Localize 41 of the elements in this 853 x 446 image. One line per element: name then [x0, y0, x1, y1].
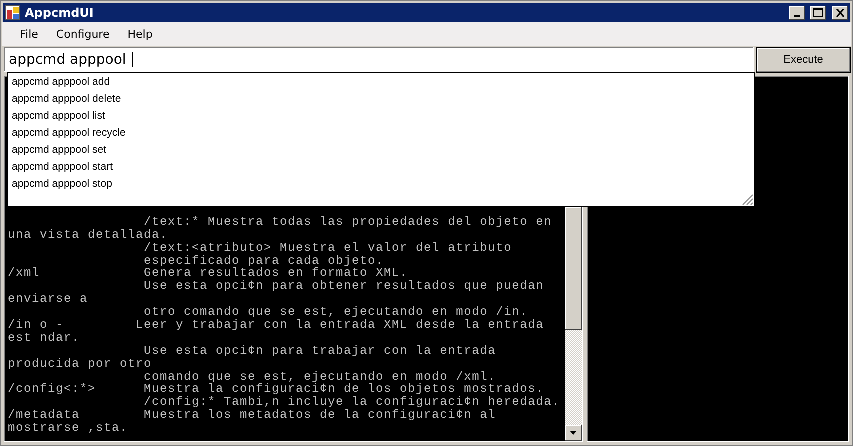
console-line: especificado para cada objeto. [143, 254, 386, 268]
console-line: /config:* Tambi,n incluye la configuraci¢n heredada. [143, 396, 562, 410]
app-icon [5, 4, 21, 20]
suggestion-item[interactable]: appcmd apppool recycle [8, 125, 754, 142]
console-line: producida por otro [8, 358, 154, 371]
console-line: enviarse a [8, 293, 90, 306]
console-line: /text:<atributo> Muestra el valor del atributo [143, 242, 514, 255]
console-line: comando que se est, ejecutando en modo /xml. [143, 370, 496, 384]
minimize-icon [794, 14, 800, 16]
window-title: AppcmdUI [25, 6, 95, 20]
menu-item[interactable]: Help [118, 28, 162, 40]
down-arrow-icon [570, 431, 577, 435]
scroll-thumb[interactable] [565, 207, 582, 330]
suggestion-item[interactable]: appcmd apppool set [8, 142, 754, 159]
menu-item[interactable]: Configure [47, 28, 119, 40]
suggestion-item[interactable]: appcmd apppool stop [8, 176, 754, 193]
console-line: /in o - Leer y trabajar con la entrada XML desde la entrada [8, 318, 546, 332]
suggestion-item[interactable]: appcmd apppool add [8, 74, 754, 91]
maximize-icon [813, 8, 823, 17]
console-line: otro comando que se est, ejecutando en modo /in. [143, 306, 528, 319]
console-line: Use esta opci¢n para obtener resultados que puedan [143, 280, 546, 294]
command-field[interactable]: appcmd apppool [4, 47, 754, 72]
close-icon [836, 8, 844, 16]
resize-grip-icon[interactable] [741, 193, 754, 206]
suggestion-item[interactable]: appcmd apppool start [8, 159, 754, 176]
console-line: mostrarse ,sta. [8, 422, 130, 435]
console-line: Use esta opci¢n para trabajar con la entrada [143, 344, 498, 358]
console-line: una vista detallada. [8, 228, 170, 242]
console-line: /text:* Muestra todas las propiedades del objeto en [143, 216, 554, 229]
suggestion-item[interactable]: appcmd apppool list [8, 108, 754, 125]
maximize-button[interactable] [810, 6, 826, 20]
console-line: est ndar. [8, 332, 82, 345]
console-line: /config<:*> Muestra la configuraci¢n de los objetos mostrados. [8, 383, 544, 396]
console-line: /metadata Muestra los metadatos de la configuraci¢n al [8, 409, 498, 422]
minimize-button[interactable] [789, 6, 805, 20]
execute-button[interactable]: Execute [756, 47, 851, 73]
suggestion-item[interactable]: appcmd apppool delete [8, 91, 754, 108]
scroll-down-button[interactable] [565, 425, 582, 441]
console-line: /xml Genera resultados en formato XML. [8, 267, 408, 280]
menu-item[interactable]: File [11, 28, 48, 40]
close-button[interactable] [832, 6, 848, 20]
